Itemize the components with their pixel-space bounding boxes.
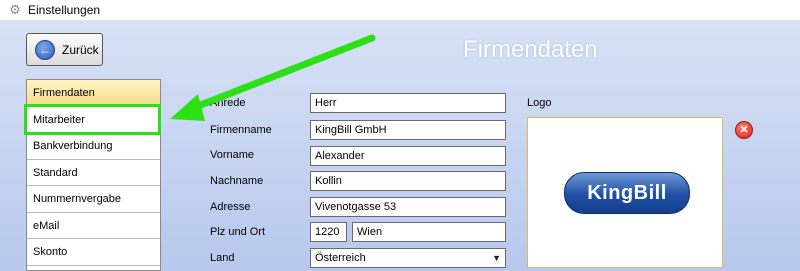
settings-panel: ← Zurück Firmendaten Firmendaten Mitarbe…	[0, 20, 800, 271]
sidebar-item-label: Skonto	[33, 246, 68, 258]
anrede-field[interactable]: Herr	[310, 93, 506, 113]
sidebar-item-label: Mitarbeiter	[33, 113, 85, 126]
nachname-field[interactable]: Kollin	[310, 171, 506, 191]
kingbill-logo: KingBill	[564, 172, 690, 214]
back-button-label: Zurück	[62, 42, 99, 57]
sidebar-item-bankverbindung[interactable]: Bankverbindung	[27, 133, 160, 160]
sidebar-item-email[interactable]: eMail	[27, 213, 160, 239]
land-select[interactable]: Österreich ▼	[310, 248, 506, 268]
land-label: Land	[210, 252, 235, 264]
logo-preview[interactable]: KingBill	[527, 117, 723, 268]
firmenname-field[interactable]: KingBill GmbH	[310, 120, 506, 140]
page-title: Firmendaten	[463, 36, 598, 63]
sidebar-item-label: eMail	[33, 219, 60, 232]
sidebar-item-label: Bankverbindung	[33, 140, 113, 152]
title-bar: ⚙ Einstellungen	[0, 0, 800, 20]
sidebar-item-label: Firmendaten	[33, 87, 95, 99]
back-arrow-icon: ←	[35, 39, 55, 60]
sidebar-item-label: Standard	[33, 166, 78, 179]
sidebar-item-mitarbeiter[interactable]: Mitarbeiter	[27, 107, 160, 133]
adresse-field[interactable]: Vivenotgasse 53	[310, 197, 506, 217]
sidebar-item-skonto[interactable]: Skonto	[27, 239, 160, 266]
sidebar-item-standard[interactable]: Standard	[27, 160, 160, 186]
plz-ort-label: Plz und Ort	[210, 226, 266, 238]
logo-label: Logo	[527, 97, 552, 109]
vorname-field[interactable]: Alexander	[310, 146, 506, 166]
ort-field[interactable]: Wien	[352, 222, 506, 242]
plz-field[interactable]: 1220	[310, 222, 347, 242]
settings-sidebar: Firmendaten Mitarbeiter Bankverbindung S…	[26, 79, 161, 271]
nachname-label: Nachname	[210, 175, 264, 187]
sidebar-item-nummernvergabe[interactable]: Nummernvergabe	[27, 186, 160, 213]
land-select-value: Österreich	[315, 252, 366, 264]
firmenname-label: Firmenname	[210, 124, 272, 136]
remove-logo-icon[interactable]: ✕	[735, 121, 753, 139]
vorname-label: Vorname	[210, 149, 255, 161]
back-button[interactable]: ← Zurück	[26, 33, 103, 66]
chevron-down-icon[interactable]: ▼	[492, 249, 501, 267]
adresse-label: Adresse	[210, 201, 251, 213]
window-title: Einstellungen	[28, 3, 101, 17]
sidebar-item-label: Nummernvergabe	[33, 193, 122, 205]
sidebar-item-firmendaten[interactable]: Firmendaten	[27, 80, 160, 107]
gear-icon: ⚙	[9, 2, 21, 17]
anrede-label: Anrede	[210, 97, 246, 109]
